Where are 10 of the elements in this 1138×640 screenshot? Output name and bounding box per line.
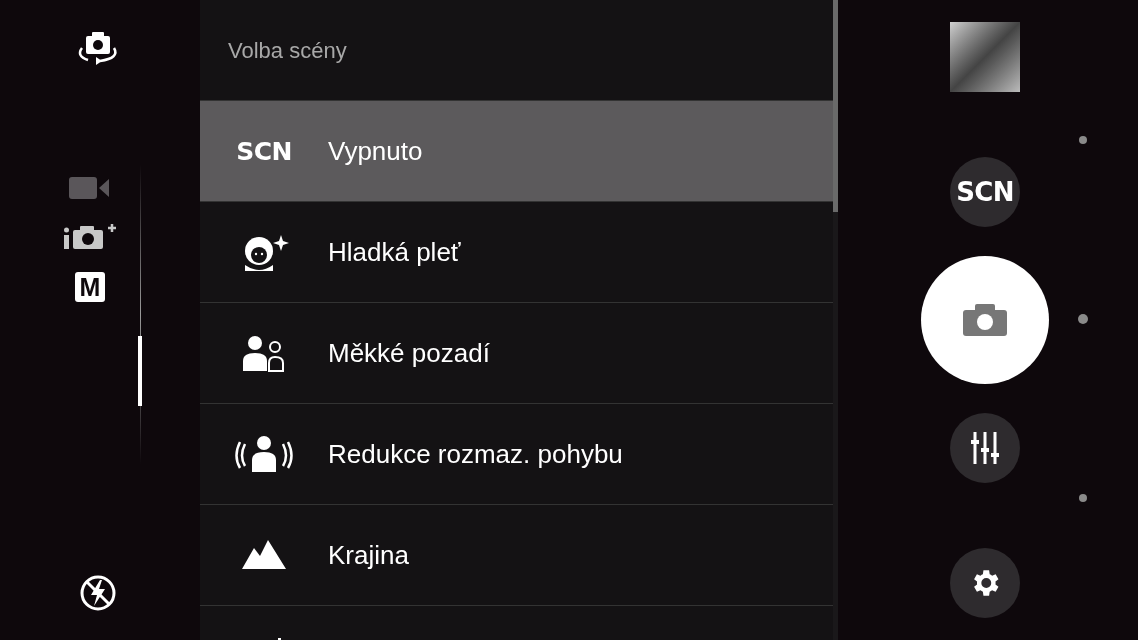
scene-option-label: Měkké pozadí (328, 336, 490, 370)
scene-option[interactable]: SCN Vypnuto (200, 100, 833, 201)
menu-title: Volba scény (228, 36, 347, 65)
manual-mode-icon[interactable]: M (75, 272, 105, 302)
scene-option-label: Vypnuto (328, 134, 423, 168)
scene-icon: SCN (236, 138, 292, 164)
scene-option-label: Redukce rozmaz. pohybu (328, 437, 623, 471)
scene-button[interactable]: SCN (950, 157, 1020, 227)
scene-option-label: Hladká pleť (328, 235, 461, 269)
scene-option-label: Krajina (328, 538, 409, 572)
